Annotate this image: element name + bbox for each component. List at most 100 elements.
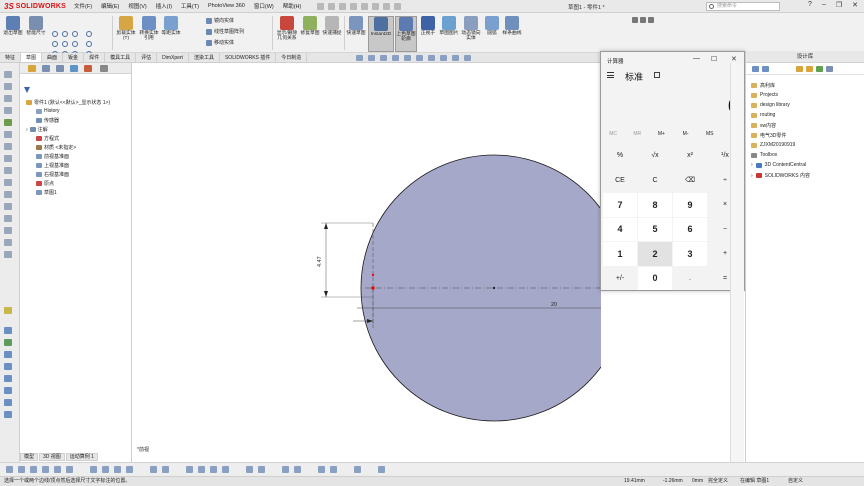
dimension-icon[interactable] [150, 466, 157, 473]
trim-icon[interactable] [102, 466, 109, 473]
midpoint-relation-icon[interactable] [354, 466, 361, 473]
memory-add-button[interactable]: M+ [649, 131, 673, 137]
arc-button[interactable]: 圆弧 [483, 16, 501, 36]
previous-view-icon[interactable] [380, 55, 387, 61]
tab-sketch[interactable]: 草图 [21, 53, 43, 62]
library-item[interactable]: 高利库 [751, 82, 775, 89]
tab-dimxpert[interactable]: DimXpert [157, 53, 189, 62]
menu-view[interactable]: 视图(V) [128, 2, 146, 10]
tree-item-material[interactable]: 材质 <未指定> [36, 144, 76, 151]
key-0[interactable]: 0 [638, 266, 672, 290]
undo-icon[interactable] [361, 2, 369, 10]
camera-icon[interactable] [632, 17, 638, 23]
mirror-icon[interactable] [126, 466, 133, 473]
vertical-icon[interactable] [4, 363, 12, 370]
rebuild-icon[interactable] [383, 2, 391, 10]
offset-icon[interactable] [4, 179, 12, 186]
offset-entities-button[interactable]: 等距实体 [161, 16, 181, 36]
key-3[interactable]: 3 [673, 242, 707, 266]
key-decimal[interactable]: . [673, 266, 707, 290]
sketch-point[interactable] [371, 286, 375, 290]
fix-icon[interactable] [4, 339, 12, 346]
expand-icon[interactable] [100, 65, 108, 72]
coincident-relation-icon[interactable] [210, 466, 217, 473]
tree-item-annotations[interactable]: › 注解 [26, 126, 48, 134]
library-item[interactable]: 电气3D零件 [751, 132, 786, 139]
normal-to-button[interactable]: 正视于 [418, 16, 438, 36]
graphics-area[interactable]: 4.47 20 [133, 63, 601, 453]
library-item[interactable]: routing [751, 112, 775, 118]
tree-item-front-plane[interactable]: 前视基准面 [36, 153, 69, 160]
vertical-relation-icon[interactable] [198, 466, 205, 473]
spline-icon[interactable] [4, 119, 12, 126]
restore-button[interactable]: ❐ [836, 1, 842, 9]
menu-file[interactable]: 文件(F) [74, 2, 92, 10]
spline-button[interactable]: 样条曲线 [502, 16, 522, 36]
arc-tool-icon[interactable] [86, 31, 92, 37]
key-clear-entry[interactable]: CE [603, 168, 637, 192]
key-negate[interactable]: +/- [603, 266, 637, 290]
key-backspace[interactable]: ⌫ [673, 168, 707, 192]
menu-photoview[interactable]: PhotoView 360 [208, 3, 245, 9]
library-item[interactable]: › SOLIDWORKS 内容 [751, 172, 810, 180]
expand-arrow-icon[interactable]: › [26, 127, 28, 133]
forward-icon[interactable] [762, 66, 769, 72]
sketch-picture-button[interactable]: 草图图片 [439, 16, 459, 36]
tree-item-origin[interactable]: 原点 [36, 180, 54, 187]
open-file-icon[interactable] [328, 2, 336, 10]
key-4[interactable]: 4 [603, 217, 637, 241]
expand-arrow-icon[interactable]: › [751, 162, 753, 168]
tab-model[interactable]: 模型 [20, 453, 39, 461]
horizontal-relation-icon[interactable] [186, 466, 193, 473]
tree-item-equations[interactable]: 方程式 [36, 135, 59, 142]
symmetric-relation-icon[interactable] [330, 466, 337, 473]
fillet-icon[interactable] [90, 466, 97, 473]
options-icon[interactable] [394, 2, 402, 10]
tab-surfaces[interactable]: 曲面 [42, 53, 64, 62]
symmetric-icon[interactable] [4, 411, 12, 418]
key-5[interactable]: 5 [638, 217, 672, 241]
repair-sketch-button[interactable]: 修复草图 [300, 16, 320, 36]
appearance-icon[interactable] [440, 55, 447, 61]
menu-help[interactable]: 帮助(H) [283, 2, 302, 10]
memory-clear-button[interactable]: MC [601, 131, 625, 137]
tab-features[interactable]: 特征 [0, 53, 22, 62]
section-view-icon[interactable] [392, 55, 399, 61]
memory-recall-button[interactable]: MR [625, 131, 649, 137]
line-icon[interactable] [4, 71, 12, 78]
parallel-relation-icon[interactable] [282, 466, 289, 473]
up-icon[interactable] [826, 66, 833, 72]
menu-window[interactable]: 窗口(W) [254, 2, 274, 10]
rectangle-icon[interactable] [18, 466, 25, 473]
relation-icon[interactable] [162, 466, 169, 473]
solidworks-logo[interactable]: 3S SOLIDWORKS [0, 2, 74, 11]
point-tool-icon[interactable] [72, 41, 78, 47]
tree-root[interactable]: 零件1 (默认<<默认>_显示状态 1>) [26, 99, 110, 106]
mirror-icon[interactable] [4, 215, 12, 222]
hide-show-icon[interactable] [428, 55, 435, 61]
back-icon[interactable] [752, 66, 759, 72]
horizontal-dimension-text[interactable]: 20 [551, 302, 557, 308]
tab-render-tools[interactable]: 渲染工具 [189, 53, 220, 62]
chamfer-icon[interactable] [4, 167, 12, 174]
library-item[interactable]: Toolbox [751, 152, 777, 158]
key-2[interactable]: 2 [638, 242, 672, 266]
circle-icon[interactable] [4, 95, 12, 102]
dynamic-mirror-button[interactable]: 动态镜向实体 [460, 16, 482, 41]
key-7[interactable]: 7 [603, 193, 637, 217]
quick-snaps-button[interactable]: 快速捕捉 [322, 16, 342, 36]
tab-evaluate[interactable]: 评估 [136, 53, 158, 62]
library-item[interactable]: › 3D ContentCentral [751, 162, 806, 168]
mirror-entities-button[interactable]: 镜向实体 [206, 17, 234, 24]
add-library-icon[interactable] [796, 66, 803, 72]
tab-addins[interactable]: SOLIDWORKS 插件 [220, 53, 277, 62]
tree-item-right-plane[interactable]: 右视基准面 [36, 171, 69, 178]
move-entities-button[interactable]: 移动实体 [206, 39, 234, 46]
slot-tool-icon[interactable] [72, 31, 78, 37]
tree-item-top-plane[interactable]: 上视基准面 [36, 162, 69, 169]
new-file-icon[interactable] [317, 2, 325, 10]
offset-icon[interactable] [114, 466, 121, 473]
display-style-icon[interactable] [416, 55, 423, 61]
tree-item-sensors[interactable]: 传感器 [36, 117, 59, 124]
help-icon[interactable]: ? [808, 1, 812, 9]
